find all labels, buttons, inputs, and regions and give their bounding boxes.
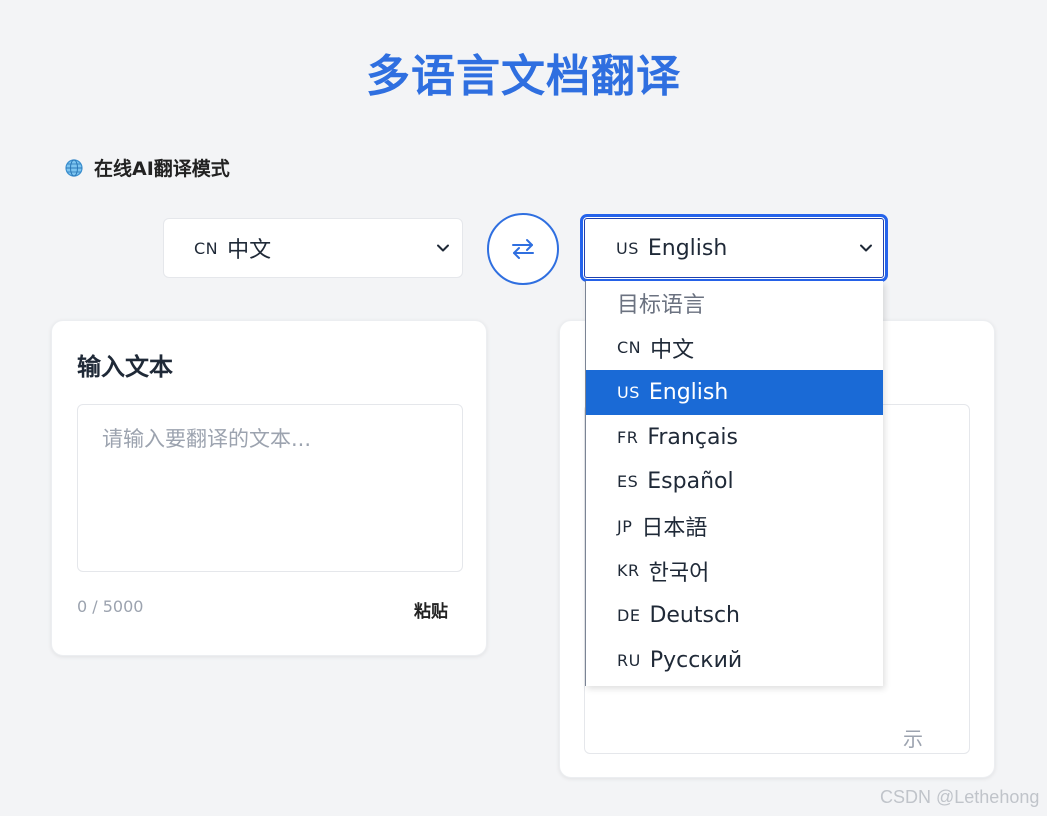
option-code: ES	[617, 472, 639, 492]
dropdown-option-de[interactable]: DE Deutsch	[586, 593, 883, 638]
chevron-down-icon	[437, 244, 449, 252]
page-title: 多语言文档翻译	[366, 51, 681, 102]
dropdown-option-placeholder: 目标语言	[586, 281, 883, 326]
option-code: RU	[617, 650, 641, 670]
option-label: 中文	[650, 337, 695, 363]
dropdown-option-cn[interactable]: CN 中文	[586, 326, 883, 371]
target-language-code: US	[616, 238, 639, 258]
option-label: Español	[647, 469, 734, 495]
dropdown-option-fr[interactable]: FR Français	[586, 415, 883, 460]
mode-label: 在线AI翻译模式	[94, 158, 230, 180]
option-label: Deutsch	[649, 602, 740, 628]
dropdown-option-ru[interactable]: RU Русский	[586, 638, 883, 683]
watermark: CSDN @Lethehong	[880, 787, 1040, 807]
option-code: DE	[617, 605, 641, 625]
input-card-heading: 输入文本	[77, 353, 173, 381]
chevron-down-icon	[860, 244, 872, 252]
dropdown-placeholder-label: 目标语言	[617, 293, 706, 319]
target-language-select[interactable]: US English	[580, 214, 888, 282]
source-language-code: CN	[194, 238, 219, 258]
source-text-placeholder: 请输入要翻译的文本...	[102, 427, 312, 451]
output-hint: 示	[903, 727, 923, 751]
dropdown-option-us[interactable]: US English	[586, 370, 883, 415]
globe-icon	[64, 158, 84, 178]
option-label: Français	[647, 424, 739, 450]
target-language-dropdown[interactable]: 目标语言 CN 中文 US English FR Français ES Esp…	[585, 281, 883, 686]
translation-mode: 在线AI翻译模式	[64, 154, 230, 181]
swap-languages-button[interactable]	[487, 213, 559, 285]
source-text-input[interactable]: 请输入要翻译的文本...	[77, 404, 463, 572]
dropdown-option-kr[interactable]: KR 한국어	[586, 549, 883, 594]
option-label: Русский	[649, 647, 743, 673]
option-code: KR	[617, 561, 640, 581]
paste-button[interactable]: 粘贴	[414, 597, 448, 622]
dropdown-option-jp[interactable]: JP 日本語	[586, 504, 883, 549]
option-code: JP	[617, 516, 633, 536]
input-text-card: 输入文本 请输入要翻译的文本... 0 / 5000 粘贴	[51, 320, 487, 656]
target-language-name: English	[647, 235, 728, 261]
option-code: FR	[617, 427, 639, 447]
option-label: 한국어	[648, 560, 710, 586]
character-count: 0 / 5000	[77, 597, 144, 616]
option-label: English	[648, 379, 729, 405]
option-code: CN	[617, 338, 642, 358]
option-code: US	[617, 382, 640, 402]
source-language-select[interactable]: CN 中文	[163, 218, 463, 278]
source-language-name: 中文	[227, 238, 272, 263]
swap-arrows-icon	[512, 239, 534, 259]
option-label: 日本語	[641, 516, 708, 542]
dropdown-option-es[interactable]: ES Español	[586, 459, 883, 504]
